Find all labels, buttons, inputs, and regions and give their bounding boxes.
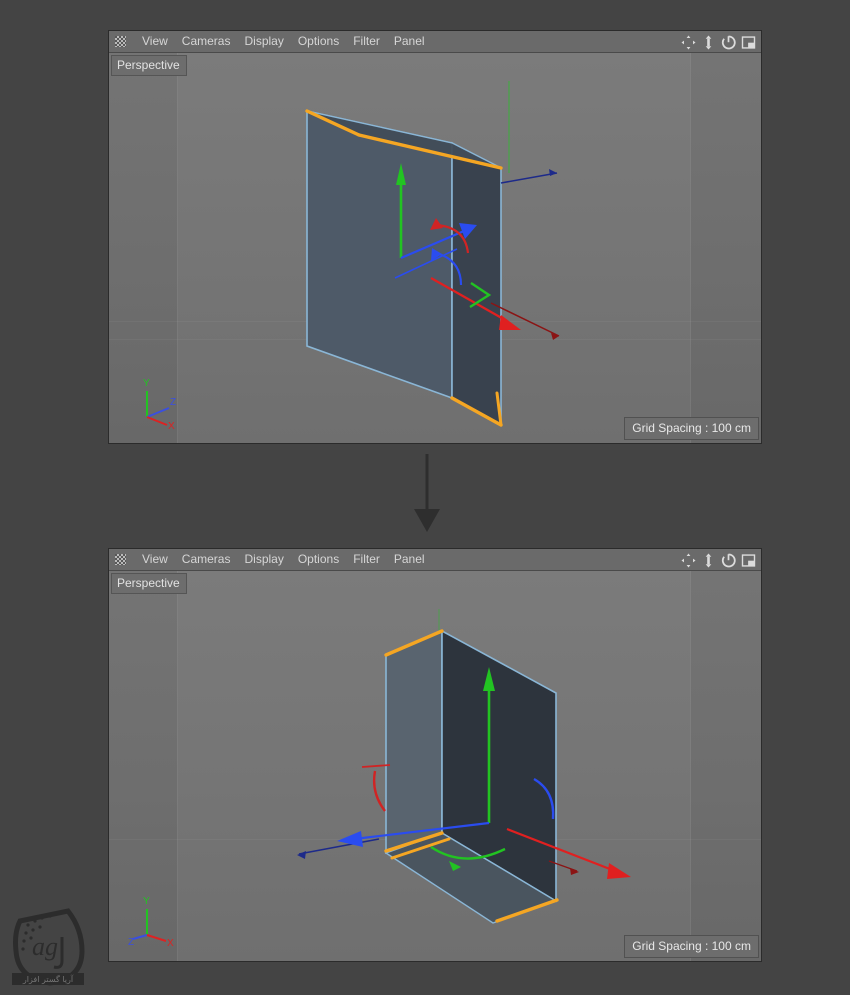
svg-text:X: X	[168, 421, 175, 429]
svg-text:Y: Y	[143, 896, 150, 907]
scene-3d-top	[305, 81, 560, 427]
axis-gizmo-bottom: Y Z X	[128, 896, 174, 947]
safe-frame-edge-left	[177, 53, 178, 443]
safe-frame-edge-right	[690, 571, 691, 961]
layout-panel-icon[interactable]	[741, 553, 756, 568]
menu-item-display[interactable]: Display	[237, 32, 290, 51]
svg-text:X: X	[167, 938, 174, 947]
scene-3d-bottom	[297, 609, 631, 924]
viewport-tool-icons-bottom	[681, 549, 756, 571]
menu-item-cameras[interactable]: Cameras	[175, 550, 238, 569]
viewport-canvas-top[interactable]: Perspective Y Z X Grid Spacing : 100 cm	[109, 53, 761, 443]
grip-dots-icon[interactable]	[115, 554, 126, 565]
menu-item-options[interactable]: Options	[291, 32, 346, 51]
grip-dots-icon[interactable]	[115, 36, 126, 47]
viewport-tool-icons-top	[681, 31, 756, 53]
down-arrow-icon	[414, 454, 440, 532]
menu-item-view[interactable]: View	[135, 550, 175, 569]
svg-text:ag: ag	[32, 932, 58, 961]
view-label-top[interactable]: Perspective	[111, 55, 187, 76]
layout-panel-icon[interactable]	[741, 35, 756, 50]
viewport-menubar-bottom[interactable]: View Cameras Display Options Filter Pane…	[109, 549, 761, 571]
horizon-grid-line	[109, 321, 761, 322]
svg-text:Z: Z	[170, 397, 176, 408]
viewport-window-top[interactable]: View Cameras Display Options Filter Pane…	[108, 30, 762, 444]
move-tool-icon[interactable]	[681, 552, 696, 568]
view-label-bottom[interactable]: Perspective	[111, 573, 187, 594]
grid-spacing-label-top: Grid Spacing : 100 cm	[624, 417, 759, 440]
safe-frame-band-right	[691, 571, 761, 961]
viewport-window-bottom[interactable]: View Cameras Display Options Filter Pane…	[108, 548, 762, 962]
menu-item-cameras[interactable]: Cameras	[175, 32, 238, 51]
menu-item-filter[interactable]: Filter	[346, 550, 387, 569]
safe-frame-edge-left	[177, 571, 178, 961]
menu-item-panel[interactable]: Panel	[387, 32, 432, 51]
scale-tool-icon[interactable]	[701, 34, 716, 50]
axis-gizmo-top: Y Z X	[143, 378, 176, 429]
menu-item-options[interactable]: Options	[291, 550, 346, 569]
safe-frame-band-right	[691, 53, 761, 443]
move-tool-icon[interactable]	[681, 34, 696, 50]
viewport-canvas-bottom[interactable]: Perspective Y Z X Grid Spacing : 100 cm	[109, 571, 761, 961]
svg-text:Z: Z	[128, 937, 134, 947]
menu-item-display[interactable]: Display	[237, 550, 290, 569]
rotate-tool-icon[interactable]	[721, 35, 736, 50]
horizon-grid-line	[109, 839, 761, 840]
viewport-menubar-top[interactable]: View Cameras Display Options Filter Pane…	[109, 31, 761, 53]
svg-text:آریا گستر افزار: آریا گستر افزار	[22, 974, 74, 984]
horizon-grid-line	[109, 339, 761, 340]
safe-frame-band-left	[109, 571, 177, 961]
rotate-tool-icon[interactable]	[721, 553, 736, 568]
menu-item-view[interactable]: View	[135, 32, 175, 51]
menu-item-panel[interactable]: Panel	[387, 550, 432, 569]
site-logo-watermark: ag آریا گستر افزار	[12, 908, 85, 986]
safe-frame-edge-right	[690, 53, 691, 443]
menu-item-filter[interactable]: Filter	[346, 32, 387, 51]
svg-text:Y: Y	[143, 378, 150, 389]
safe-frame-band-left	[109, 53, 177, 443]
grid-spacing-label-bottom: Grid Spacing : 100 cm	[624, 935, 759, 958]
scale-tool-icon[interactable]	[701, 552, 716, 568]
